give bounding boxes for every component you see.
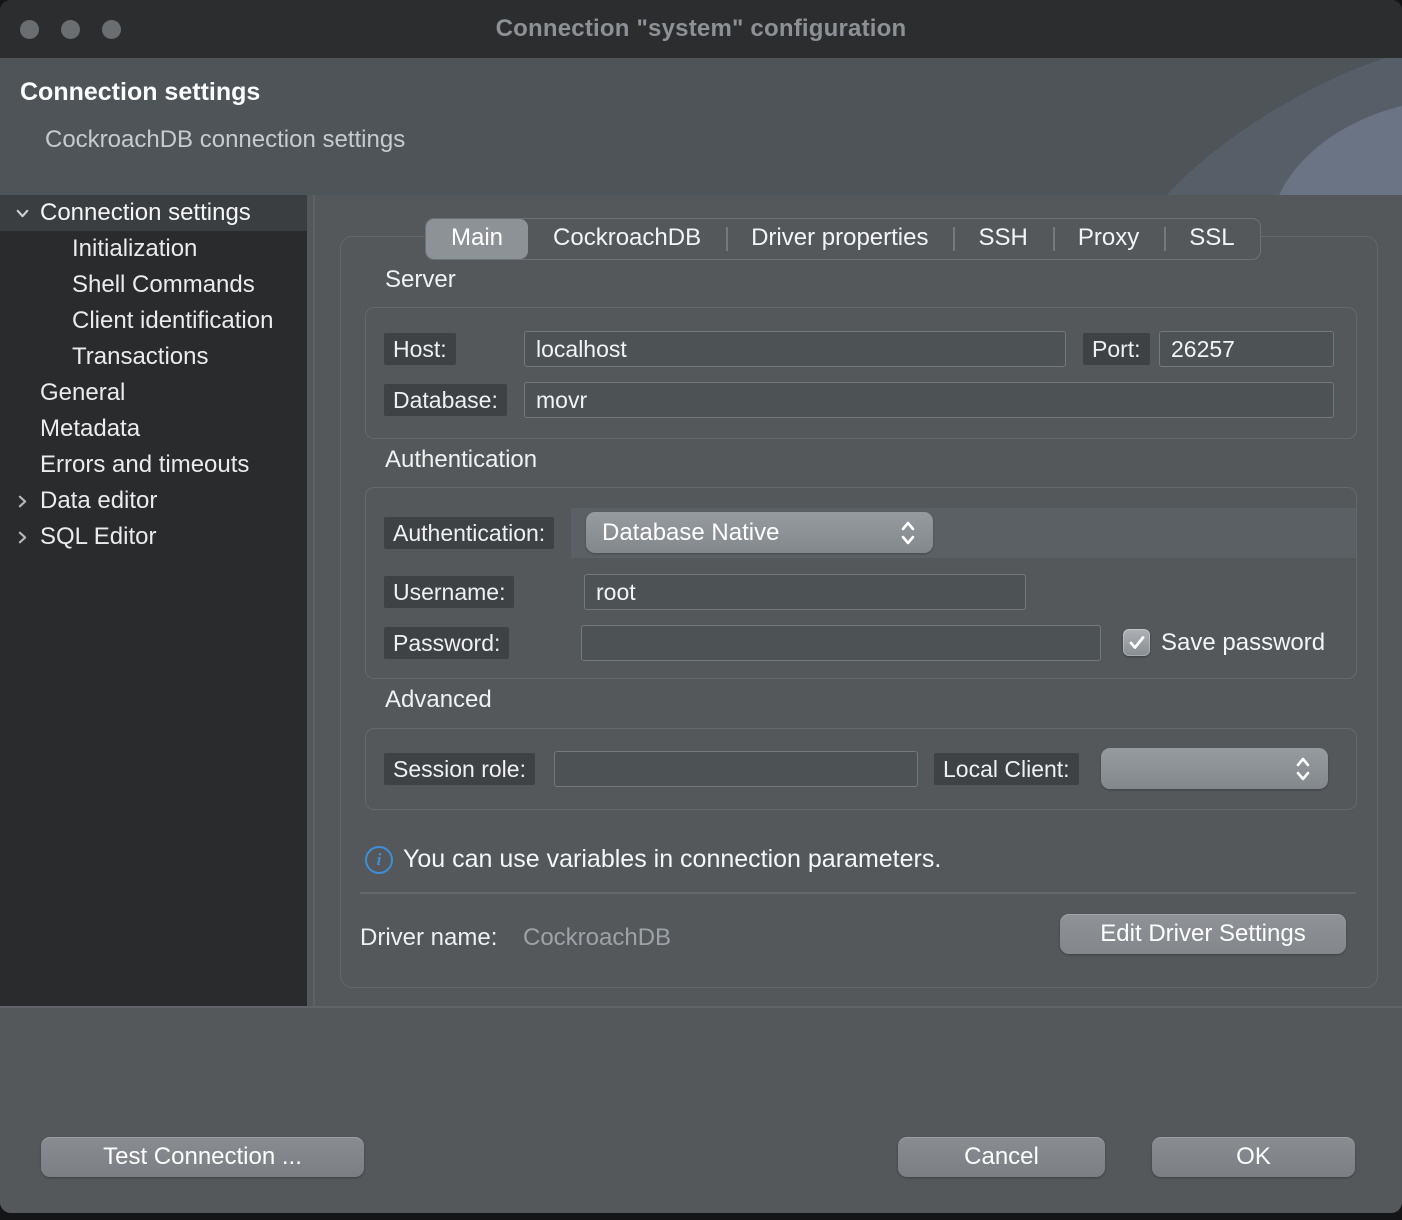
password-label: Password: [384, 627, 509, 659]
host-label: Host: [384, 333, 456, 365]
up-down-chevrons-icon [899, 519, 917, 547]
session-role-label: Session role: [384, 753, 535, 785]
test-connection-button[interactable]: Test Connection ... [41, 1137, 364, 1177]
zoom-button[interactable] [102, 20, 121, 39]
sidebar-item-transactions[interactable]: Transactions [0, 339, 307, 375]
tab-main[interactable]: Main [426, 219, 528, 259]
server-groupbox: Host: Port: Database: [365, 307, 1357, 439]
database-input[interactable] [524, 382, 1334, 418]
title-bar: Connection "system" configuration [0, 0, 1402, 58]
connection-configuration-dialog: Connection "system" configuration Connec… [0, 0, 1402, 1213]
authentication-groupbox: Authentication: Database Native Username… [365, 487, 1357, 679]
main-area: Connection settings Initialization Shell… [0, 195, 1402, 1008]
database-label: Database: [384, 384, 507, 416]
sidebar-item-client-identification[interactable]: Client identification [0, 303, 307, 339]
chevron-right-icon[interactable] [8, 483, 36, 519]
page-title: Connection settings [20, 78, 260, 107]
decorative-swirl-graphic [1102, 58, 1402, 195]
sidebar-item-metadata[interactable]: Metadata [0, 411, 307, 447]
password-input[interactable] [581, 625, 1101, 661]
tab-ssh[interactable]: SSH [953, 219, 1052, 259]
tab-cockroachdb[interactable]: CockroachDB [528, 219, 726, 259]
sidebar-item-connection-settings[interactable]: Connection settings [0, 195, 307, 231]
dialog-header: Connection settings CockroachDB connecti… [0, 58, 1402, 195]
sidebar-item-data-editor[interactable]: Data editor [0, 483, 307, 519]
sidebar-item-errors-and-timeouts[interactable]: Errors and timeouts [0, 447, 307, 483]
driver-divider [360, 892, 1356, 894]
sidebar-item-shell-commands[interactable]: Shell Commands [0, 267, 307, 303]
window-controls [20, 20, 121, 39]
authentication-select-value: Database Native [602, 519, 899, 547]
content-footer-divider [0, 1006, 1402, 1008]
info-icon: i [365, 846, 393, 874]
session-role-input[interactable] [554, 751, 918, 787]
authentication-select[interactable]: Database Native [586, 512, 933, 553]
authentication-label: Authentication: [384, 517, 554, 549]
settings-tree: Connection settings Initialization Shell… [0, 195, 307, 1006]
chevron-right-icon[interactable] [8, 519, 36, 555]
username-input[interactable] [584, 574, 1026, 610]
sidebar-item-general[interactable]: General [0, 375, 307, 411]
edit-driver-settings-button[interactable]: Edit Driver Settings [1060, 914, 1346, 954]
save-password-label[interactable]: Save password [1161, 625, 1341, 661]
save-password-checkbox[interactable] [1123, 629, 1150, 656]
minimize-button[interactable] [61, 20, 80, 39]
local-client-label: Local Client: [934, 753, 1079, 785]
tab-content-area: Main CockroachDB Driver properties SSH P… [315, 195, 1402, 1006]
tab-proxy[interactable]: Proxy [1053, 219, 1164, 259]
host-input[interactable] [524, 331, 1066, 367]
close-button[interactable] [20, 20, 39, 39]
dialog-footer: Test Connection ... Cancel OK [0, 1010, 1402, 1213]
sidebar-item-sql-editor[interactable]: SQL Editor [0, 519, 307, 555]
up-down-chevrons-icon [1294, 755, 1312, 783]
page-subtitle: CockroachDB connection settings [45, 126, 405, 154]
port-input[interactable] [1159, 331, 1334, 367]
tab-bar: Main CockroachDB Driver properties SSH P… [425, 218, 1261, 260]
driver-name-value: CockroachDB [523, 924, 671, 952]
cancel-button[interactable]: Cancel [898, 1137, 1105, 1177]
ok-button[interactable]: OK [1152, 1137, 1355, 1177]
window-title: Connection "system" configuration [496, 15, 907, 43]
driver-name-label: Driver name: [360, 924, 497, 952]
local-client-select[interactable] [1101, 748, 1328, 789]
tab-ssl[interactable]: SSL [1164, 219, 1259, 259]
authentication-section-heading: Authentication [385, 446, 537, 474]
info-message: You can use variables in connection para… [403, 845, 941, 874]
sidebar-item-initialization[interactable]: Initialization [0, 231, 307, 267]
chevron-down-icon[interactable] [8, 195, 36, 231]
server-section-heading: Server [385, 266, 456, 294]
port-label: Port: [1083, 333, 1150, 365]
advanced-groupbox: Session role: Local Client: [365, 728, 1357, 810]
tab-driver-properties[interactable]: Driver properties [726, 219, 953, 259]
checkmark-icon [1128, 635, 1146, 651]
username-label: Username: [384, 576, 514, 608]
advanced-section-heading: Advanced [385, 686, 492, 714]
